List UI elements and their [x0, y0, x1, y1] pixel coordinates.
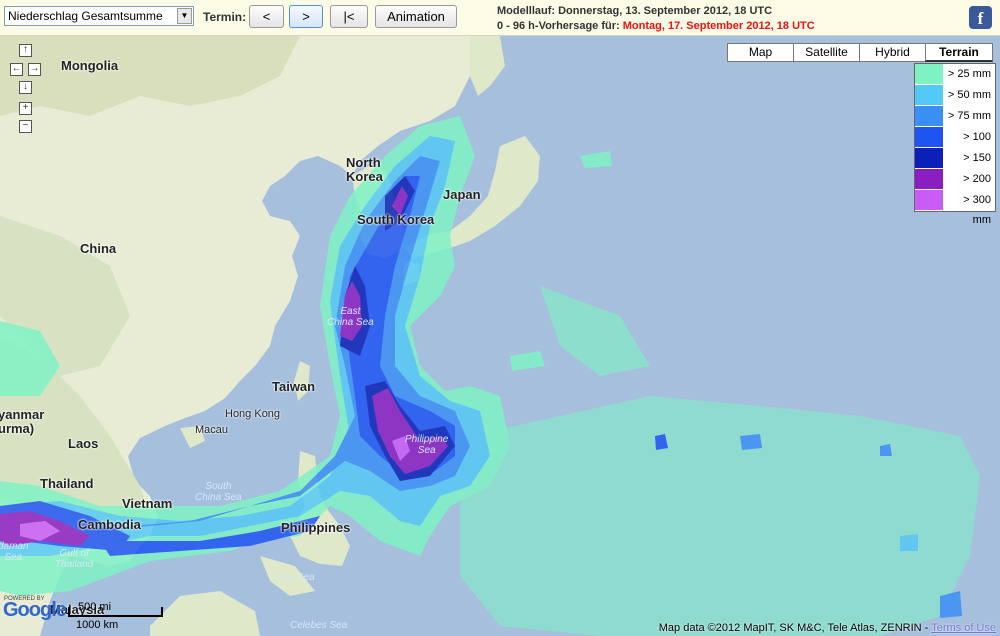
next-button[interactable]: >	[289, 5, 323, 28]
legend-row: > 150 mm	[915, 148, 995, 184]
toolbar: Niederschlag Gesamtsumme ▼ Termin: < > |…	[0, 0, 1000, 36]
label-japan: Japan	[443, 187, 481, 202]
legend-row: > 25 mm	[915, 64, 995, 85]
scale-line	[68, 607, 163, 617]
label-laos: Laos	[68, 436, 99, 451]
label-macau: Macau	[195, 424, 229, 436]
zoom-out-icon[interactable]: −	[19, 120, 32, 133]
legend-label: > 200 mm	[943, 169, 995, 205]
pan-down-icon[interactable]: ↓	[19, 81, 32, 94]
scale-bar: 500 mi 1000 km	[68, 601, 198, 633]
legend-label: > 50 mm	[943, 85, 995, 105]
legend-swatch	[915, 169, 943, 189]
label-south-china-sea: South China Sea	[195, 481, 242, 503]
termin-label: Termin:	[203, 10, 247, 24]
previous-button[interactable]: <	[249, 5, 284, 28]
product-select-value: Niederschlag Gesamtsumme	[8, 9, 163, 23]
label-east-china-sea: East China Sea	[327, 306, 374, 328]
pan-left-icon[interactable]: ←	[10, 63, 23, 76]
legend-label: > 150 mm	[943, 148, 995, 184]
legend-row: > 300 mm	[915, 190, 995, 226]
legend-row: > 100 mm	[915, 127, 995, 163]
map-canvas[interactable]: Mongolia China North Korea South Korea J…	[0, 36, 1000, 636]
first-button[interactable]: |<	[330, 5, 368, 28]
legend-label: > 300 mm	[943, 190, 995, 226]
label-hong-kong: Hong Kong	[225, 408, 281, 420]
label-china: China	[80, 241, 117, 256]
copyright-text: Map data ©2012 MapIT, SK M&C, Tele Atlas…	[658, 622, 929, 634]
scale-km: 1000 km	[76, 619, 119, 631]
label-cambodia: Cambodia	[78, 517, 141, 532]
precip-legend: > 25 mm > 50 mm > 75 mm > 100 mm > 150 m…	[914, 63, 996, 226]
product-select[interactable]: Niederschlag Gesamtsumme ▼	[4, 6, 194, 26]
model-run-text: Modelllauf: Donnerstag, 13. September 20…	[497, 5, 773, 17]
pan-up-icon[interactable]: ↑	[19, 44, 32, 57]
label-celebes-sea: Celebes Sea	[290, 620, 348, 631]
label-philippines: Philippines	[281, 520, 351, 535]
legend-swatch	[915, 106, 943, 126]
legend-label: > 75 mm	[943, 106, 995, 126]
google-logo[interactable]: POWERED BY Google	[3, 596, 67, 622]
map-type-map[interactable]: Map	[727, 43, 794, 62]
legend-row: > 75 mm	[915, 106, 995, 127]
scale-miles: 500 mi	[78, 601, 112, 613]
google-logo-text: Google	[3, 599, 67, 621]
animation-button[interactable]: Animation	[375, 5, 457, 28]
label-thailand: Thailand	[40, 476, 94, 491]
label-taiwan: Taiwan	[272, 379, 316, 394]
legend-row: > 200 mm	[915, 169, 995, 205]
legend-swatch	[915, 148, 943, 168]
legend-label: > 25 mm	[943, 64, 995, 84]
forecast-prefix: 0 - 96 h-Vorhersage für:	[497, 20, 620, 32]
map-terrain	[0, 36, 1000, 636]
legend-label: > 100 mm	[943, 127, 995, 163]
map-copyright: Map data ©2012 MapIT, SK M&C, Tele Atlas…	[659, 622, 996, 634]
label-philippine-sea: Philippine Sea	[405, 434, 449, 456]
pan-right-icon[interactable]: →	[28, 63, 41, 76]
facebook-icon[interactable]: f	[969, 6, 992, 29]
label-south-korea: South Korea	[357, 212, 435, 227]
label-north-korea: North Korea	[346, 155, 383, 184]
forecast-line: 0 - 96 h-Vorhersage für: Montag, 17. Sep…	[497, 20, 815, 32]
zoom-in-icon[interactable]: +	[19, 102, 32, 115]
terms-of-use-link[interactable]: Terms of Use	[931, 622, 996, 634]
legend-swatch	[915, 64, 943, 84]
label-mongolia: Mongolia	[61, 58, 119, 73]
legend-row: > 50 mm	[915, 85, 995, 106]
legend-swatch	[915, 127, 943, 147]
legend-swatch	[915, 190, 943, 210]
label-sulu-sea: Sulu Sea	[274, 572, 315, 583]
map-type-hybrid[interactable]: Hybrid	[859, 43, 926, 62]
forecast-date: Montag, 17. September 2012, 18 UTC	[622, 20, 815, 32]
label-andaman-sea: daman Sea	[0, 541, 29, 563]
label-gulf-of-thailand: Gulf of Thailand	[55, 548, 94, 570]
map-type-terrain[interactable]: Terrain	[925, 43, 993, 62]
powered-by-label: POWERED BY	[4, 596, 45, 602]
label-vietnam: Vietnam	[122, 496, 173, 511]
map-type-satellite[interactable]: Satellite	[793, 43, 860, 62]
chevron-down-icon[interactable]: ▼	[177, 8, 192, 24]
legend-swatch	[915, 85, 943, 105]
label-myanmar: yanmar urma)	[0, 407, 45, 436]
